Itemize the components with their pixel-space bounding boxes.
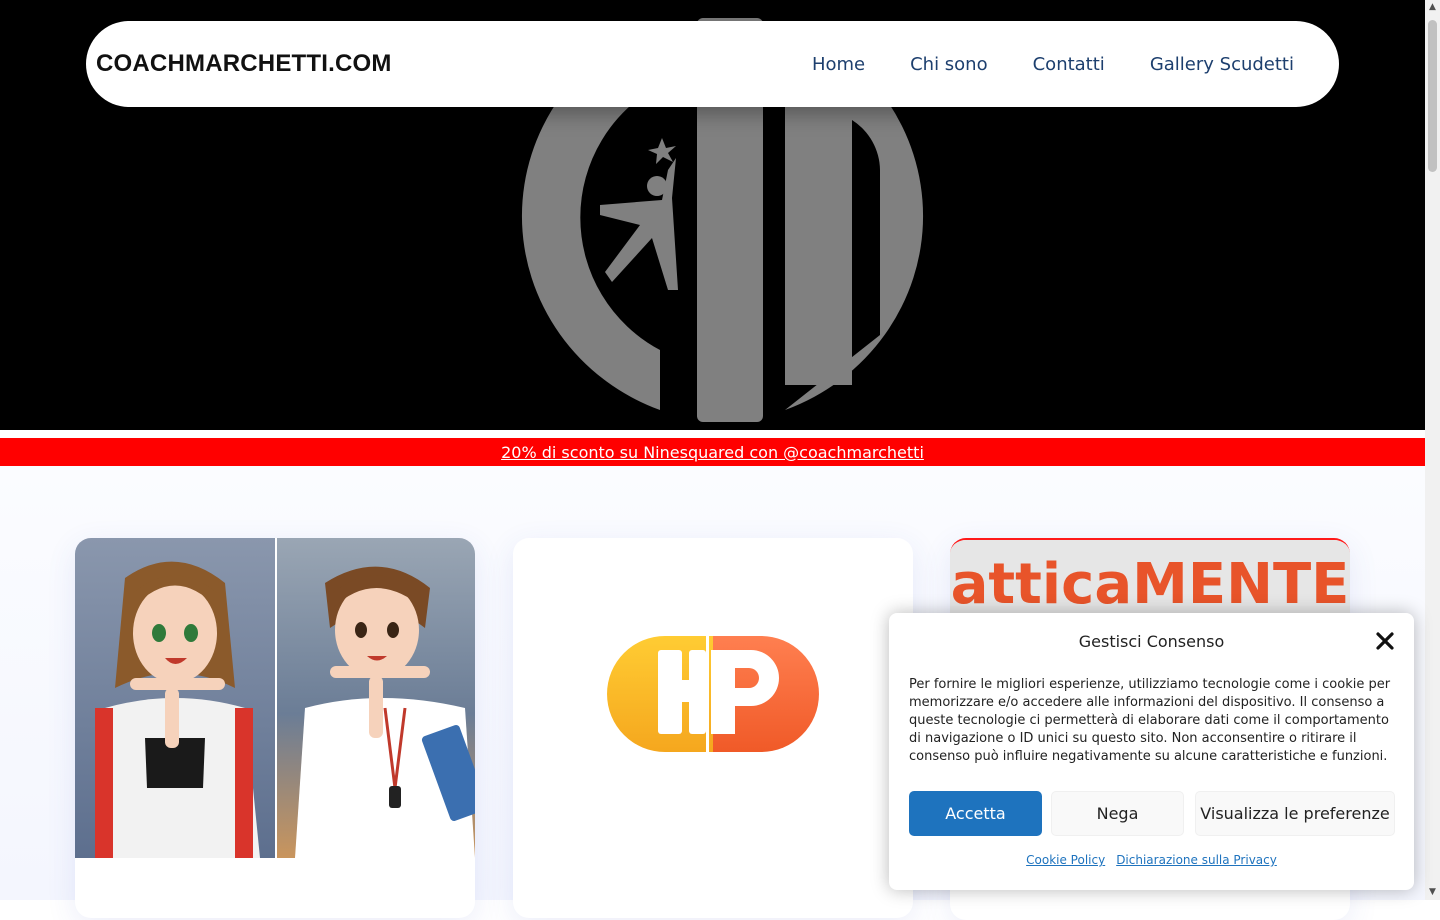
main-menu: Home Chi sono Contatti Gallery Scudetti <box>812 21 1294 107</box>
promo-bar: 20% di sconto su Ninesquared con @coachm… <box>0 438 1425 466</box>
scroll-up-arrow-icon[interactable]: ▲ <box>1425 0 1440 15</box>
deny-button[interactable]: Nega <box>1051 791 1184 836</box>
cookie-policy-link[interactable]: Cookie Policy <box>1026 853 1105 867</box>
top-navbar: COACHMARCHETTI.COM Home Chi sono Contatt… <box>86 21 1339 107</box>
view-preferences-button[interactable]: Visualizza le preferenze <box>1195 791 1395 836</box>
hp-logo-icon[interactable] <box>513 538 913 858</box>
banner-text: atticaMENTE <box>951 552 1350 617</box>
nav-item-gallery-scudetti[interactable]: Gallery Scudetti <box>1150 54 1294 75</box>
post-card[interactable] <box>75 538 475 918</box>
cookie-links: Cookie Policy Dichiarazione sulla Privac… <box>889 853 1414 867</box>
promo-link[interactable]: 20% di sconto su Ninesquared con @coachm… <box>501 443 924 462</box>
post-card[interactable] <box>513 538 913 918</box>
site-brand[interactable]: COACHMARCHETTI.COM <box>96 21 392 107</box>
cookie-title: Gestisci Consenso <box>1078 632 1225 651</box>
close-icon[interactable] <box>1375 631 1395 651</box>
scroll-down-arrow-icon[interactable]: ▼ <box>1425 885 1440 900</box>
cookie-consent-dialog: Gestisci Consenso Per fornire le miglior… <box>889 613 1414 890</box>
accept-button[interactable]: Accetta <box>909 791 1042 836</box>
hero-divider <box>0 430 1425 438</box>
anime-illustration-image[interactable] <box>75 538 475 858</box>
scrollbar-thumb[interactable] <box>1428 20 1437 172</box>
nav-item-chi-sono[interactable]: Chi sono <box>910 54 988 75</box>
privacy-statement-link[interactable]: Dichiarazione sulla Privacy <box>1116 853 1277 867</box>
page-scrollbar[interactable]: ▲ ▼ <box>1425 0 1440 900</box>
nav-item-home[interactable]: Home <box>812 54 865 75</box>
nav-item-contatti[interactable]: Contatti <box>1033 54 1105 75</box>
cookie-description: Per fornire le migliori esperienze, util… <box>909 677 1391 764</box>
